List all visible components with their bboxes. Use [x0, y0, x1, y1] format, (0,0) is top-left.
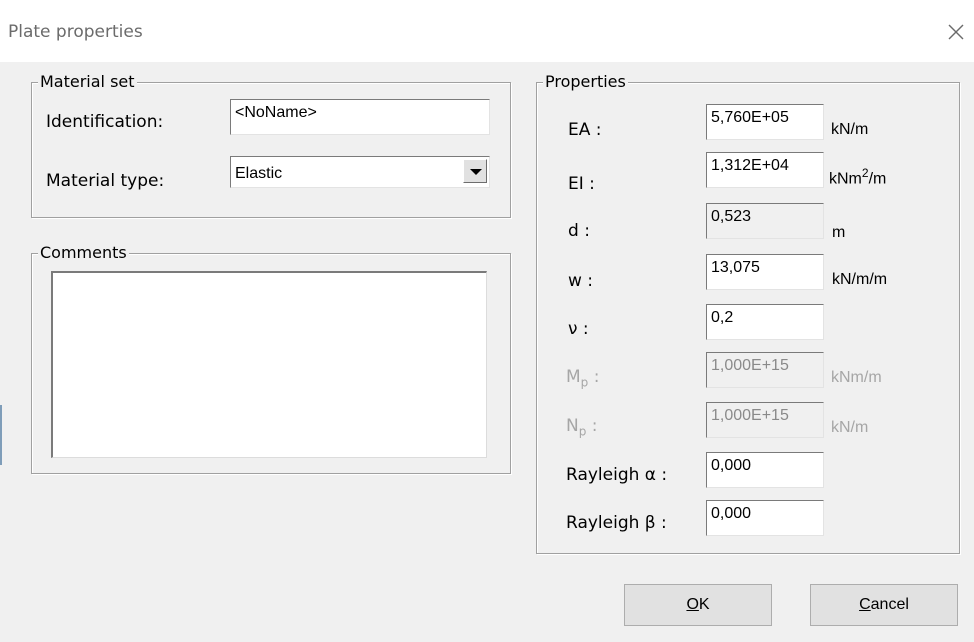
background-window-edge — [0, 405, 2, 465]
np-label-tail: : — [586, 416, 598, 436]
material-type-value: Elastic — [235, 165, 283, 182]
material-type-label: Material type: — [46, 171, 165, 191]
np-unit: kN/m — [831, 419, 869, 436]
material-type-select[interactable]: Elastic — [230, 156, 490, 188]
ei-unit-exponent: 2 — [861, 166, 869, 180]
w-unit: kN/m/m — [832, 271, 888, 288]
comments-textarea[interactable] — [51, 271, 487, 458]
rayleigh-beta-field[interactable]: 0,000 — [706, 500, 824, 536]
mp-label-main: M — [566, 367, 581, 387]
nu-field[interactable]: 0,2 — [706, 304, 824, 340]
d-unit: m — [832, 224, 846, 241]
ok-label-rest: K — [698, 596, 710, 613]
close-icon[interactable] — [942, 18, 970, 46]
ok-button[interactable]: OK — [624, 584, 772, 626]
chevron-down-icon[interactable] — [463, 159, 487, 183]
ei-unit: kNm2/m — [829, 163, 886, 189]
rayleigh-alpha-label: Rayleigh α : — [566, 465, 668, 485]
mp-label: Mp : — [566, 366, 599, 393]
ea-unit: kN/m — [831, 121, 869, 138]
ei-unit-tail: /m — [868, 170, 887, 188]
np-label: Np : — [566, 415, 597, 442]
dialog-title: Plate properties — [8, 22, 143, 42]
ok-accelerator: O — [686, 596, 699, 613]
properties-legend: Properties — [543, 72, 628, 92]
mp-unit: kNm/m — [831, 369, 882, 386]
ea-field[interactable]: 5,760E+05 — [706, 104, 824, 140]
title-bar: Plate properties — [0, 0, 974, 62]
np-label-main: N — [566, 416, 579, 436]
w-label: w : — [568, 271, 594, 291]
material-set-legend: Material set — [38, 72, 137, 92]
rayleigh-alpha-field[interactable]: 0,000 — [706, 452, 824, 488]
np-field: 1,000E+15 — [706, 402, 824, 438]
ei-unit-main: kNm — [829, 170, 862, 188]
ei-label: EI : — [568, 174, 595, 194]
rayleigh-beta-label: Rayleigh β : — [566, 513, 667, 533]
nu-label: ν : — [568, 319, 589, 339]
mp-field: 1,000E+15 — [706, 352, 824, 388]
w-field[interactable]: 13,075 — [706, 254, 824, 290]
mp-label-tail: : — [588, 367, 600, 387]
ea-label: EA : — [568, 120, 602, 140]
ei-field[interactable]: 1,312E+04 — [706, 152, 824, 188]
cancel-accelerator: C — [859, 596, 871, 613]
identification-label: Identification: — [46, 112, 164, 132]
d-field: 0,523 — [706, 203, 824, 239]
comments-legend: Comments — [38, 243, 129, 263]
d-label: d : — [568, 221, 590, 241]
cancel-button[interactable]: Cancel — [810, 584, 958, 626]
cancel-label-rest: ancel — [870, 596, 909, 613]
identification-field[interactable]: <NoName> — [230, 99, 490, 135]
